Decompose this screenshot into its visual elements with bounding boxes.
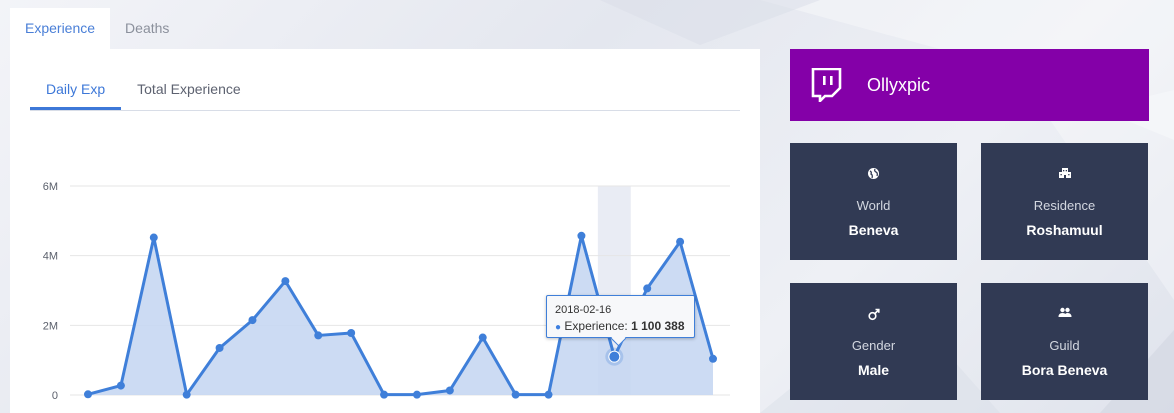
info-card-world: World Beneva — [790, 143, 957, 260]
data-point — [314, 331, 323, 340]
data-point — [149, 233, 158, 242]
data-point-highlighted — [608, 350, 621, 363]
y-tick-label: 4M — [43, 251, 58, 263]
data-point — [445, 386, 454, 395]
tooltip-line: ● Experience: 1 100 388 — [555, 319, 686, 333]
data-point — [380, 390, 389, 399]
data-point — [511, 390, 520, 399]
gender-icon — [790, 307, 957, 321]
data-point — [676, 237, 685, 246]
info-card-guild: Guild Bora Beneva — [981, 283, 1148, 400]
data-point — [478, 333, 487, 342]
data-point — [84, 390, 92, 399]
data-point — [281, 277, 290, 286]
card-label: Residence — [1033, 198, 1096, 213]
data-point — [709, 354, 717, 363]
data-point — [116, 381, 125, 390]
series-dot-icon: ● — [555, 322, 562, 333]
data-point — [215, 343, 224, 352]
globe-icon — [790, 167, 957, 181]
tooltip-date: 2018-02-16 — [555, 304, 612, 316]
data-point — [643, 284, 652, 293]
twitch-channel-name: Ollyxpic — [867, 74, 931, 95]
card-value: Beneva — [848, 222, 899, 238]
data-point — [412, 390, 421, 399]
card-value: Male — [857, 362, 890, 378]
twitch-banner[interactable]: Ollyxpic — [790, 49, 1149, 121]
data-point — [248, 316, 257, 325]
card-label: Gender — [851, 338, 896, 353]
card-value: Bora Beneva — [1021, 362, 1108, 378]
data-point — [544, 390, 553, 399]
data-point — [347, 328, 356, 337]
daily-exp-chart[interactable]: 0 2M 4M 6M — [0, 0, 760, 413]
y-tick-label: 2M — [43, 320, 58, 332]
data-point — [182, 390, 191, 399]
info-card-residence: Residence Roshamuul — [981, 143, 1148, 260]
card-value: Roshamuul — [1026, 222, 1103, 238]
y-tick-label: 0 — [52, 390, 58, 402]
info-card-gender: Gender Male — [790, 283, 957, 400]
y-tick-label: 6M — [43, 181, 58, 193]
card-label: Guild — [1049, 338, 1080, 353]
data-point — [577, 231, 586, 240]
group-icon — [981, 307, 1148, 321]
building-icon — [981, 167, 1148, 181]
tooltip-value: 1 100 388 — [631, 319, 685, 333]
chart-tooltip: 2018-02-16 ● Experience: 1 100 388 — [546, 295, 695, 347]
twitch-icon — [811, 68, 842, 102]
card-label: World — [856, 198, 891, 213]
